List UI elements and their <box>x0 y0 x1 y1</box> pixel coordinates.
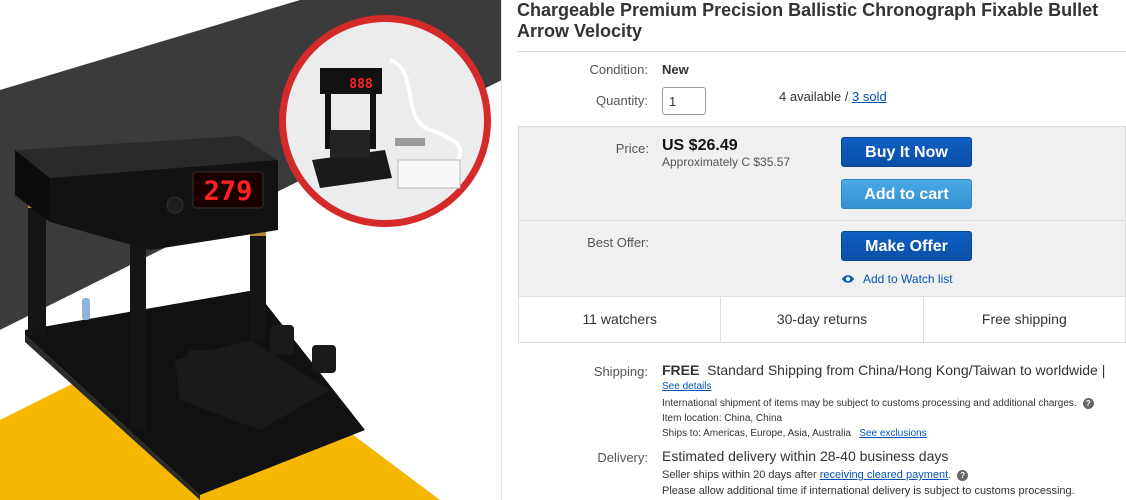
shipping-free: FREE <box>662 362 700 378</box>
quantity-availability: 4 available / 3 sold <box>779 89 887 104</box>
see-exclusions-link[interactable]: See exclusions <box>859 428 926 439</box>
see-details-link[interactable]: See details <box>662 381 711 392</box>
buy-box-divider <box>519 220 1125 221</box>
page-title: Chargeable Premium Precision Ballistic C… <box>517 0 1099 41</box>
best-offer-label: Best Offer: <box>587 235 649 250</box>
shipping-label: Shipping: <box>593 364 648 379</box>
quantity-label: Quantity: <box>595 93 648 108</box>
clamp-knob-top <box>270 325 294 355</box>
delivery-estimate: Estimated delivery within 28-40 business… <box>662 448 949 464</box>
intl-shipment-note: International shipment of items may be s… <box>662 398 1077 410</box>
device-post-right <box>250 230 266 340</box>
inset-clamp <box>330 130 370 158</box>
add-to-watchlist-link[interactable]: Add to Watch list <box>841 272 953 286</box>
inset-post-right <box>370 94 376 149</box>
seller-ships-row: Seller ships within 20 days after receiv… <box>662 469 969 481</box>
watchlist-label: Add to Watch list <box>863 272 953 286</box>
inset-background <box>286 22 484 220</box>
period: . <box>948 469 952 481</box>
title-divider <box>517 51 1126 52</box>
price-amount: US $26.49 <box>662 137 738 154</box>
help-icon[interactable]: ? <box>1082 398 1094 409</box>
ships-to-row: Ships to: Americas, Europe, Asia, Austra… <box>662 428 927 439</box>
help-icon[interactable]: ? <box>957 469 969 481</box>
quantity-input[interactable] <box>662 87 706 115</box>
watchers-count: 11 watchers <box>519 297 722 342</box>
buy-box: Price: US $26.49 Approximately C $35.57 … <box>518 126 1126 343</box>
condition-label: Condition: <box>589 62 648 77</box>
product-photo: 279 888 <box>0 0 501 500</box>
buy-it-now-button[interactable]: Buy It Now <box>841 137 972 167</box>
price-label: Price: <box>615 141 649 156</box>
listing-details: Chargeable Premium Precision Ballistic C… <box>517 0 1126 500</box>
eye-icon <box>842 275 854 283</box>
sold-link[interactable]: 3 sold <box>852 89 887 104</box>
clamp-knob-left <box>188 350 210 376</box>
inset-manual <box>397 159 461 189</box>
add-to-cart-button[interactable]: Add to cart <box>841 179 972 209</box>
clamp-knob-right <box>312 345 336 373</box>
returns-info: 30-day returns <box>721 297 924 342</box>
available-count: 4 available / <box>779 89 852 104</box>
make-offer-button[interactable]: Make Offer <box>841 231 972 261</box>
shipping-info: Free shipping <box>981 311 1067 327</box>
product-image[interactable]: 279 888 <box>0 0 502 500</box>
delivery-label: Delivery: <box>597 450 648 465</box>
clamp-knob-front <box>232 372 254 398</box>
device-button <box>166 196 184 214</box>
seller-ships-text: Seller ships within 20 days after <box>662 469 820 481</box>
ships-to: Ships to: Americas, Europe, Asia, Austra… <box>662 428 851 439</box>
inset-led-reading: 888 <box>349 77 373 92</box>
price-approx: Approximately C $35.57 <box>662 155 791 169</box>
shipping-details-row: See details <box>662 381 711 392</box>
condition-value: New <box>662 62 689 77</box>
device-sensor <box>82 298 90 320</box>
inset-plug <box>395 138 425 146</box>
shipping-description: Standard Shipping from China/Hong Kong/T… <box>707 362 1106 378</box>
intl-note-row: International shipment of items may be s… <box>662 398 1094 409</box>
device-led-reading: 279 <box>204 176 253 207</box>
listing-stats: 11 watchers 30-day returns Free shipping <box>519 296 1125 342</box>
customs-delay-note: Please allow additional time if internat… <box>662 485 1075 497</box>
device-post-left <box>28 200 46 335</box>
shipping-summary: FREE Standard Shipping from China/Hong K… <box>662 362 1105 378</box>
cleared-payment-link[interactable]: receiving cleared payment <box>820 469 948 481</box>
item-location: Item location: China, China <box>662 413 783 424</box>
device-post-front <box>130 245 146 430</box>
